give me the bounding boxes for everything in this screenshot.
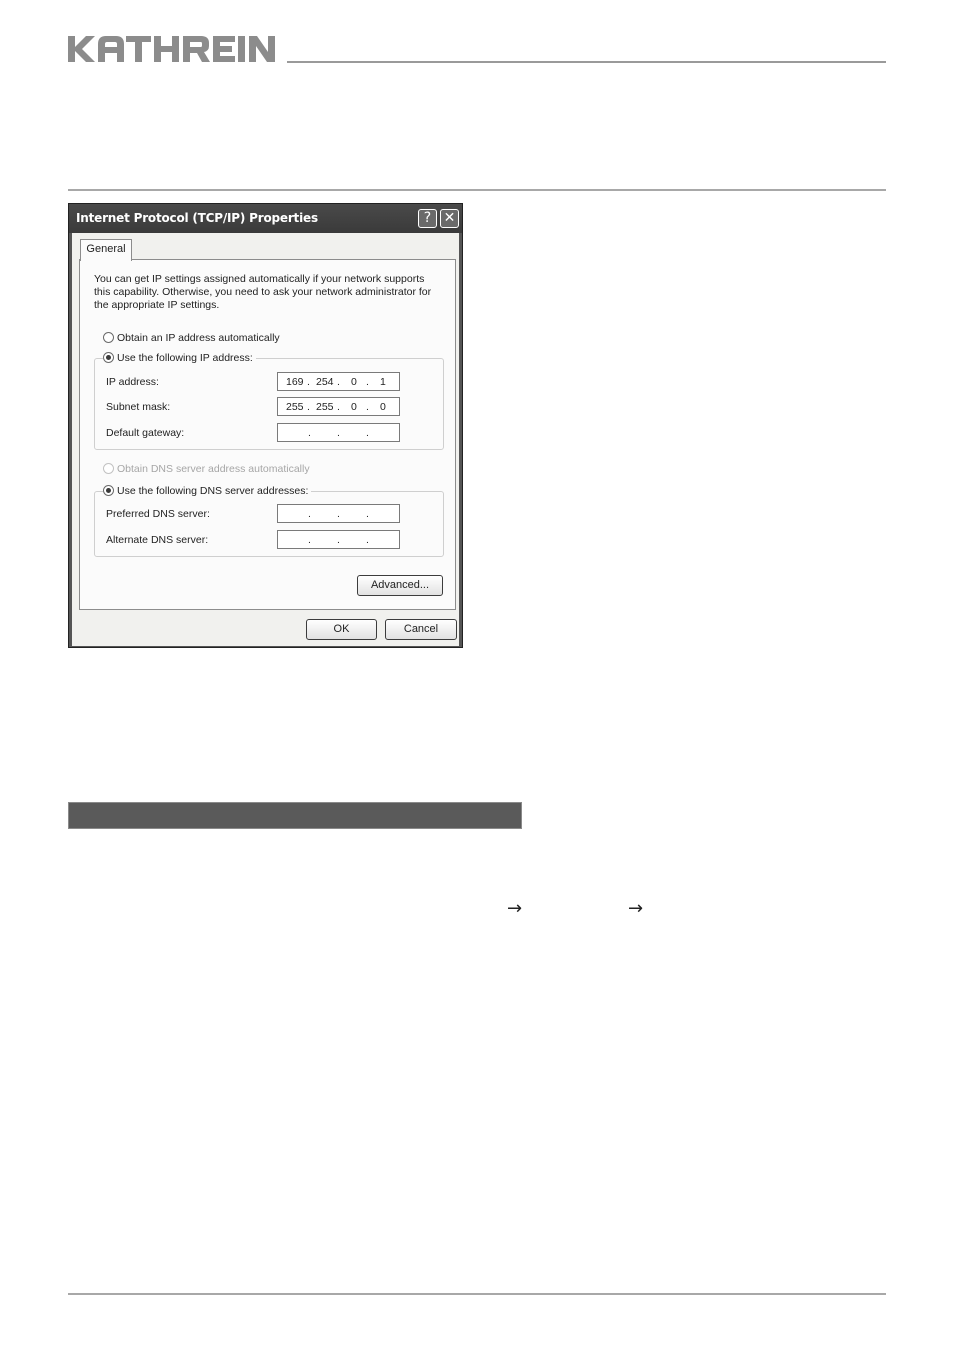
- octet-dot: .: [366, 534, 369, 546]
- subnet-octet-1: 255: [286, 401, 304, 413]
- subnet-octet-4: 0: [380, 401, 386, 413]
- radio-use-following-dns[interactable]: Use the following DNS server addresses:: [103, 485, 312, 497]
- close-button[interactable]: ✕: [440, 209, 459, 228]
- octet-dot: .: [337, 508, 340, 520]
- octet-dot: .: [308, 534, 311, 546]
- ip-octet-3: 0: [351, 376, 357, 388]
- dialog-client-area: General You can get IP settings assigned…: [72, 233, 459, 646]
- tab-general[interactable]: General: [80, 239, 132, 261]
- radio-use-dns-label: Use the following DNS server addresses:: [117, 485, 309, 497]
- octet-dot: .: [366, 401, 369, 413]
- subnet-mask-field[interactable]: 255 . 255 . 0 . 0: [277, 397, 400, 416]
- footer-rule: [68, 1293, 886, 1295]
- cancel-button[interactable]: Cancel: [385, 619, 457, 640]
- octet-dot: .: [337, 427, 340, 439]
- kathrein-logo: [68, 36, 275, 62]
- help-button[interactable]: ?: [418, 209, 437, 228]
- section-heading-bar: [68, 802, 522, 829]
- ok-button[interactable]: OK: [306, 619, 377, 640]
- description-text: You can get IP settings assigned automat…: [94, 273, 432, 311]
- right-arrow: →: [507, 898, 523, 919]
- octet-dot: .: [366, 427, 369, 439]
- octet-dot: .: [366, 376, 369, 388]
- octet-dot: .: [308, 427, 311, 439]
- radio-checked-icon: [103, 485, 114, 496]
- section-divider: [68, 189, 886, 191]
- ip-octet-1: 169: [286, 376, 304, 388]
- subnet-octet-2: 255: [316, 401, 334, 413]
- octet-dot: .: [337, 401, 340, 413]
- radio-checked-icon: [103, 352, 114, 363]
- ip-address-label: IP address:: [106, 376, 159, 388]
- subnet-octet-3: 0: [351, 401, 357, 413]
- default-gateway-label: Default gateway:: [106, 427, 185, 439]
- default-gateway-field[interactable]: . . .: [277, 423, 400, 442]
- general-tab-panel: You can get IP settings assigned automat…: [79, 259, 456, 610]
- octet-dot: .: [337, 534, 340, 546]
- octet-dot: .: [337, 376, 340, 388]
- radio-obtain-dns-automatically[interactable]: Obtain DNS server address automatically: [103, 463, 310, 475]
- radio-disabled-icon: [103, 463, 114, 474]
- radio-use-following-ip[interactable]: Use the following IP address:: [103, 352, 256, 364]
- header-rule: [287, 61, 886, 63]
- ip-octet-2: 254: [316, 376, 334, 388]
- dialog-title: Internet Protocol (TCP/IP) Properties: [76, 211, 318, 225]
- subnet-mask-label: Subnet mask:: [106, 401, 171, 413]
- radio-obtain-ip-automatically[interactable]: Obtain an IP address automatically: [103, 332, 280, 344]
- alternate-dns-field[interactable]: . . .: [277, 530, 400, 549]
- preferred-dns-label: Preferred DNS server:: [106, 508, 210, 520]
- octet-dot: .: [308, 508, 311, 520]
- radio-obtain-dns-label: Obtain DNS server address automatically: [117, 463, 310, 475]
- octet-dot: .: [307, 401, 310, 413]
- octet-dot: .: [366, 508, 369, 520]
- ip-octet-4: 1: [380, 376, 386, 388]
- preferred-dns-field[interactable]: . . .: [277, 504, 400, 523]
- tcpip-properties-dialog: Internet Protocol (TCP/IP) Properties ? …: [68, 203, 463, 648]
- alternate-dns-label: Alternate DNS server:: [106, 534, 209, 546]
- right-arrow: →: [628, 898, 644, 919]
- ip-address-field[interactable]: 169 . 254 . 0 . 1: [277, 372, 400, 391]
- radio-use-ip-label: Use the following IP address:: [117, 352, 253, 364]
- octet-dot: .: [307, 376, 310, 388]
- dialog-title-bar: Internet Protocol (TCP/IP) Properties ? …: [69, 204, 462, 233]
- radio-obtain-ip-label: Obtain an IP address automatically: [117, 332, 280, 344]
- radio-unchecked-icon: [103, 332, 114, 343]
- advanced-button[interactable]: Advanced...: [357, 575, 443, 596]
